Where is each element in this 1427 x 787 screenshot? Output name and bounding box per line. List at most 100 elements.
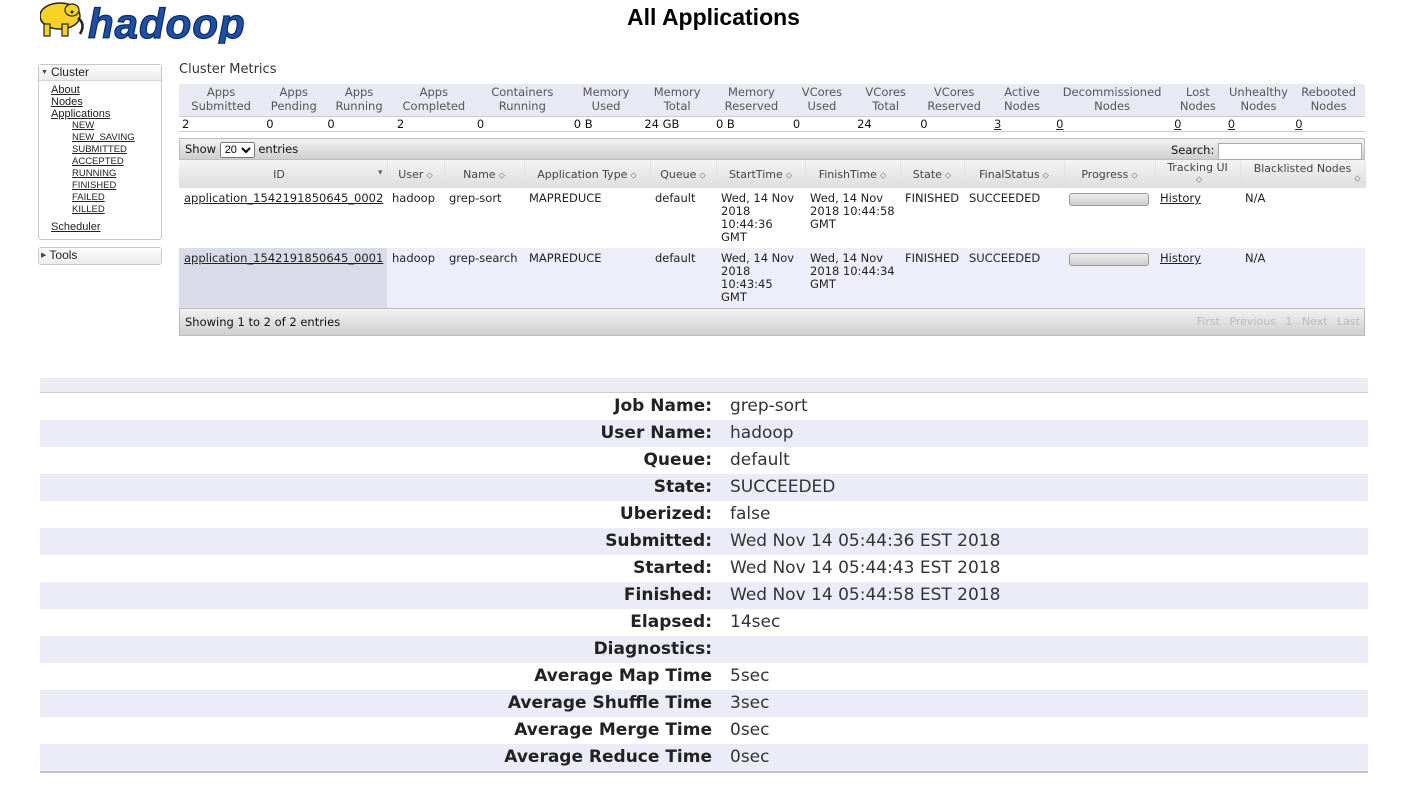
job-info-label: Job Name: bbox=[614, 396, 712, 416]
progress-bar bbox=[1069, 193, 1149, 206]
metrics-header: Apps Pending bbox=[263, 84, 325, 116]
metrics-header: Apps Running bbox=[324, 84, 394, 116]
col-header-progress[interactable]: Progress ⬦ bbox=[1064, 160, 1156, 188]
tracking-history-link[interactable]: History bbox=[1160, 191, 1201, 205]
job-info-value bbox=[730, 636, 1368, 663]
cluster-header[interactable]: ▼ Cluster bbox=[39, 65, 161, 81]
apps-header-row: ID ▾ User ⬦ Name ⬦ Application Type ⬦ Queue ⬦… bbox=[179, 160, 1366, 188]
sort-desc-icon: ▾ bbox=[377, 167, 383, 178]
metric-memory-used: 0 B bbox=[570, 115, 642, 132]
tools-header[interactable]: ▶ Tools bbox=[39, 248, 161, 264]
app-user: hadoop bbox=[387, 188, 444, 248]
nav-state-submitted[interactable]: SUBMITTED bbox=[72, 144, 161, 156]
col-header-finalstatus[interactable]: FinalStatus ⬦ bbox=[964, 160, 1065, 188]
paginate-page-1[interactable]: 1 bbox=[1285, 315, 1292, 328]
nav-state-new[interactable]: NEW bbox=[72, 120, 161, 132]
table-row: application_1542191850645_0002 hadoop gr… bbox=[179, 188, 1365, 248]
nav-link-nodes[interactable]: Nodes bbox=[51, 96, 161, 108]
col-header-queue[interactable]: Queue ⬦ bbox=[650, 160, 717, 188]
table-toolbar: Show 20 entries Search: bbox=[179, 138, 1365, 160]
metric-unhealthy-nodes-link[interactable]: 0 bbox=[1228, 117, 1235, 131]
metrics-header: Decommissioned Nodes bbox=[1053, 84, 1172, 116]
cluster-metrics-title: Cluster Metrics bbox=[179, 62, 277, 77]
pagination: First Previous 1 Next Last bbox=[1191, 309, 1360, 335]
col-header-starttime[interactable]: StartTime ⬦ bbox=[716, 160, 806, 188]
col-header-finishtime[interactable]: FinishTime ⬦ bbox=[805, 160, 901, 188]
col-header-user[interactable]: User ⬦ bbox=[387, 160, 445, 188]
app-states-list: NEW NEW_SAVING SUBMITTED ACCEPTED RUNNIN… bbox=[51, 120, 161, 216]
nav-link-applications[interactable]: Applications bbox=[51, 108, 161, 120]
paginate-next[interactable]: Next bbox=[1302, 315, 1328, 328]
nav-link-scheduler[interactable]: Scheduler bbox=[51, 221, 161, 233]
col-header-name[interactable]: Name ⬦ bbox=[444, 160, 525, 188]
metric-rebooted-nodes-link[interactable]: 0 bbox=[1295, 117, 1302, 131]
app-name: grep-sort bbox=[444, 188, 524, 248]
col-header-id[interactable]: ID ▾ bbox=[179, 160, 388, 188]
nav-link-about[interactable]: About bbox=[51, 84, 161, 96]
job-info-row: State: SUCCEEDED bbox=[40, 474, 1368, 501]
metric-lost-nodes-link[interactable]: 0 bbox=[1174, 117, 1181, 131]
job-info-row: Average Shuffle Time 3sec bbox=[40, 690, 1368, 717]
job-info-label: Average Merge Time bbox=[514, 720, 712, 740]
paginate-previous[interactable]: Previous bbox=[1229, 315, 1276, 328]
nav-state-finished[interactable]: FINISHED bbox=[72, 180, 161, 192]
nav-state-killed[interactable]: KILLED bbox=[72, 204, 161, 216]
job-info-label: User Name: bbox=[40, 420, 730, 447]
app-type: MAPREDUCE bbox=[524, 248, 650, 308]
job-info-row: Diagnostics: bbox=[40, 636, 1368, 663]
applications-table: ID ▾ User ⬦ Name ⬦ Application Type ⬦ Queue ⬦… bbox=[179, 160, 1366, 308]
metrics-header: Memory Reserved bbox=[712, 84, 790, 116]
sort-icon: ⬦ bbox=[1042, 170, 1049, 181]
job-info-row: Queue: default bbox=[40, 447, 1368, 474]
metric-apps-completed: 2 bbox=[393, 115, 474, 132]
job-info-footer bbox=[40, 771, 1368, 773]
metrics-header: Apps Completed bbox=[393, 84, 474, 116]
paginate-first[interactable]: First bbox=[1197, 315, 1220, 328]
metric-decommissioned-nodes-link[interactable]: 0 bbox=[1056, 117, 1063, 131]
metrics-header: VCores Reserved bbox=[917, 84, 991, 116]
app-queue: default bbox=[650, 248, 716, 308]
nav-state-failed[interactable]: FAILED bbox=[72, 192, 161, 204]
job-info-row: Uberized: false bbox=[40, 501, 1368, 528]
job-info-value: default bbox=[730, 450, 790, 470]
cluster-metrics-table: Apps Submitted Apps Pending Apps Running… bbox=[179, 84, 1365, 132]
nav-state-new-saving[interactable]: NEW_SAVING bbox=[72, 132, 161, 144]
job-info-row: Average Merge Time 0sec bbox=[40, 717, 1368, 744]
job-info-label: Submitted: bbox=[40, 528, 730, 555]
app-id-link[interactable]: application_1542191850645_0001 bbox=[184, 251, 383, 265]
job-info-table: Job Name: grep-sort User Name: hadoop Queu… bbox=[40, 393, 1368, 771]
app-final-status: SUCCEEDED bbox=[964, 188, 1064, 248]
col-header-application-type[interactable]: Application Type ⬦ bbox=[524, 160, 651, 188]
job-info-value: 0sec bbox=[730, 720, 770, 740]
applications-panel: Show 20 entries Search: ID ▾ User ⬦ Name ⬦ … bbox=[179, 138, 1366, 336]
job-info-label: State: bbox=[40, 474, 730, 501]
nav-state-accepted[interactable]: ACCEPTED bbox=[72, 156, 161, 168]
app-blacklisted-nodes: N/A bbox=[1240, 188, 1365, 248]
col-header-blacklisted-nodes[interactable]: Blacklisted Nodes ⬦ bbox=[1240, 160, 1366, 188]
nav-state-running[interactable]: RUNNING bbox=[72, 168, 161, 180]
app-blacklisted-nodes: N/A bbox=[1240, 248, 1365, 308]
paginate-last[interactable]: Last bbox=[1337, 315, 1360, 328]
tools-section: ▶ Tools bbox=[38, 247, 162, 265]
tracking-history-link[interactable]: History bbox=[1160, 251, 1201, 265]
job-info-label: Queue: bbox=[643, 450, 712, 470]
app-finish-time: Wed, 14 Nov 2018 10:44:58 GMT bbox=[805, 188, 900, 248]
job-info-value: Wed Nov 14 05:44:36 EST 2018 bbox=[730, 528, 1368, 555]
col-header-state[interactable]: State ⬦ bbox=[900, 160, 965, 188]
job-info-value: hadoop bbox=[730, 420, 1368, 447]
search-input[interactable] bbox=[1218, 142, 1362, 160]
metrics-header: Memory Total bbox=[641, 84, 713, 116]
metric-memory-total: 24 GB bbox=[641, 115, 713, 132]
table-row: application_1542191850645_0001 hadoop gr… bbox=[179, 248, 1365, 308]
col-header-tracking-ui[interactable]: Tracking UI ⬦ bbox=[1155, 160, 1241, 188]
entries-select[interactable]: 20 bbox=[219, 142, 255, 158]
caret-right-icon: ▶ bbox=[41, 252, 47, 259]
metric-active-nodes-link[interactable]: 3 bbox=[994, 117, 1001, 131]
metric-vcores-used: 0 bbox=[789, 115, 855, 132]
job-info-value: false bbox=[730, 504, 771, 524]
app-start-time: Wed, 14 Nov 2018 10:43:45 GMT bbox=[716, 248, 805, 308]
job-info-value: 14sec bbox=[730, 612, 781, 632]
app-id-link[interactable]: application_1542191850645_0002 bbox=[184, 191, 383, 205]
sidebar: ▼ Cluster About Nodes Applications NEW NE… bbox=[38, 64, 162, 265]
metrics-header: Active Nodes bbox=[990, 84, 1054, 116]
